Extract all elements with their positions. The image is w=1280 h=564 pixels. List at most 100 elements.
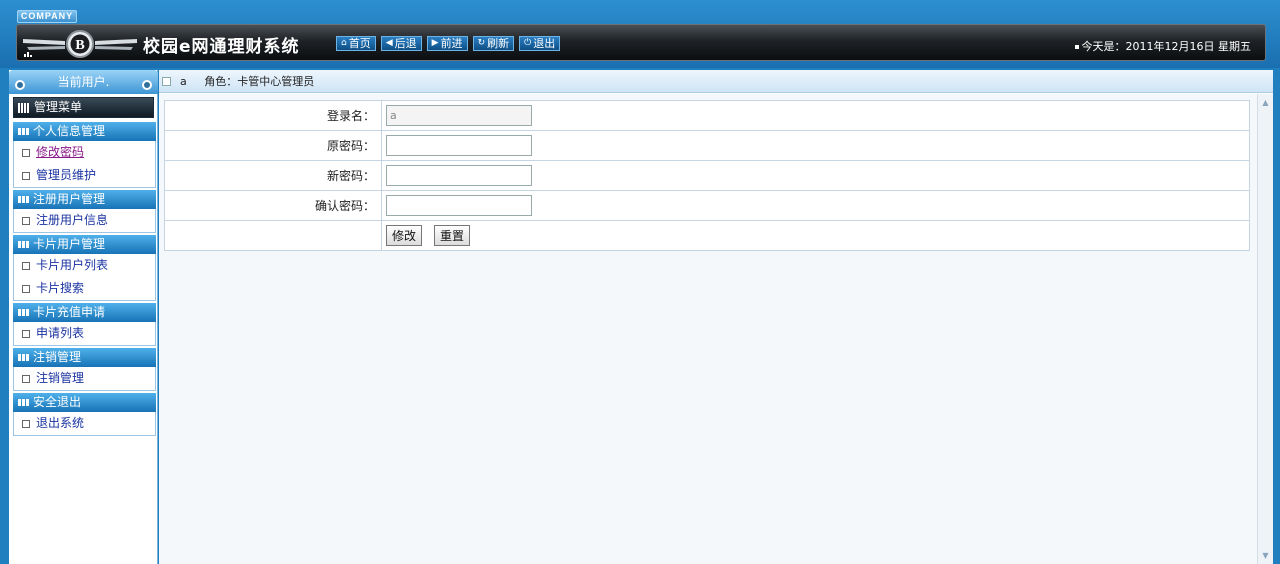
bentley-logo-icon: B [23, 30, 137, 58]
home-label: 首页 [348, 37, 371, 50]
old-password-input[interactable] [386, 135, 532, 156]
bullet-icon [1074, 45, 1079, 49]
menu-item-application-list[interactable]: 申请列表 [14, 322, 155, 345]
form-field-cell [381, 160, 1250, 191]
date-display: 今天是：2011年12月16日 星期五 [1074, 38, 1251, 54]
group-body: 卡片用户列表 卡片搜索 [13, 254, 156, 301]
menu-item-label: 注册用户信息 [36, 213, 109, 227]
document-icon [22, 420, 30, 428]
group-cancellation[interactable]: 注销管理 [13, 348, 156, 367]
submit-button[interactable]: 修改 [386, 225, 423, 246]
group-icon [18, 399, 29, 406]
form-field-cell [381, 100, 1250, 131]
menu-item-label: 申请列表 [36, 326, 85, 340]
menu-item-label: 退出系统 [36, 416, 85, 430]
group-title-label: 个人信息管理 [33, 124, 106, 138]
logout-label: 退出 [533, 37, 556, 50]
menu-item-card-search[interactable]: 卡片搜索 [14, 277, 155, 300]
svg-text:B: B [75, 38, 84, 53]
document-icon [22, 172, 30, 180]
refresh-button[interactable]: ↻ 刷新 [472, 36, 515, 51]
reset-button[interactable]: 重置 [434, 225, 471, 246]
menu-list: 个人信息管理 修改密码 管理员维护 注册用户管理 注册用户信息 卡片用户管理 卡… [13, 120, 156, 436]
old-password-label: 原密码： [164, 130, 382, 161]
form-row: 确认密码： [164, 190, 1250, 221]
change-password-form: 登录名： 原密码： 新密码： 确认密码： [164, 100, 1250, 251]
page-icon [162, 77, 171, 86]
menu-item-label: 注销管理 [36, 371, 85, 385]
group-personal-info[interactable]: 个人信息管理 [13, 122, 156, 141]
header-bar: B 校园e网通理财系统 ⌂ 首页 ◀ 后退 ▶ 前进 ↻ 刷新 ⏻ 退出 今天是… [16, 24, 1266, 61]
document-icon [22, 262, 30, 270]
new-password-label: 新密码： [164, 160, 382, 191]
main-panel: a 角色：卡管中心管理员 登录名： 原密码： 新密码： [159, 70, 1273, 564]
group-icon [18, 309, 29, 316]
date-text: 今天是：2011年12月16日 星期五 [1081, 40, 1251, 53]
group-title-label: 注册用户管理 [33, 192, 106, 206]
group-body: 退出系统 [13, 412, 156, 436]
form-field-cell [381, 130, 1250, 161]
back-label: 后退 [394, 37, 417, 50]
menu-item-change-password[interactable]: 修改密码 [14, 141, 155, 164]
menu-item-exit-system[interactable]: 退出系统 [14, 412, 155, 435]
group-icon [18, 196, 29, 203]
menu-item-label: 卡片搜索 [36, 281, 85, 295]
new-password-input[interactable] [386, 165, 532, 186]
group-body: 注销管理 [13, 367, 156, 391]
menu-item-card-user-list[interactable]: 卡片用户列表 [14, 254, 155, 277]
login-name-label: 登录名： [164, 100, 382, 131]
form-row: 修改 重置 [164, 220, 1250, 251]
company-tag: COMPANY [17, 10, 77, 23]
power-icon: ⏻ [524, 38, 532, 48]
menu-item-admin-maintenance[interactable]: 管理员维护 [14, 164, 155, 187]
ring-right-icon [142, 80, 152, 90]
logout-button[interactable]: ⏻ 退出 [519, 36, 561, 51]
grid-menu-icon [18, 103, 30, 113]
menu-item-label: 修改密码 [36, 145, 85, 159]
group-card-recharge[interactable]: 卡片充值申请 [13, 303, 156, 322]
group-body: 注册用户信息 [13, 209, 156, 233]
refresh-icon: ↻ [477, 38, 486, 48]
group-body: 申请列表 [13, 322, 156, 346]
document-icon [22, 217, 30, 225]
group-card-users[interactable]: 卡片用户管理 [13, 235, 156, 254]
group-body: 修改密码 管理员维护 [13, 141, 156, 188]
group-registered-users[interactable]: 注册用户管理 [13, 190, 156, 209]
confirm-password-input[interactable] [386, 195, 532, 216]
home-button[interactable]: ⌂ 首页 [336, 36, 376, 51]
menu-item-label: 卡片用户列表 [36, 258, 109, 272]
forward-arrow-icon: ▶ [431, 38, 439, 48]
refresh-label: 刷新 [487, 37, 510, 50]
menu-item-cancellation-management[interactable]: 注销管理 [14, 367, 155, 390]
current-username: a [180, 75, 187, 88]
document-icon [22, 330, 30, 338]
home-icon: ⌂ [341, 38, 347, 48]
scroll-down-icon[interactable]: ▼ [1260, 550, 1271, 561]
menu-item-registered-user-info[interactable]: 注册用户信息 [14, 209, 155, 232]
form-row: 新密码： [164, 160, 1250, 191]
content-area: 登录名： 原密码： 新密码： 确认密码： [159, 94, 1257, 564]
forward-button[interactable]: ▶ 前进 [426, 36, 468, 51]
sidebar: 当前用户. 管理菜单 个人信息管理 修改密码 管理员维护 注册用户管理 注册用户… [9, 70, 158, 564]
scroll-up-icon[interactable]: ▲ [1260, 97, 1271, 108]
document-icon [22, 149, 30, 157]
confirm-password-label: 确认密码： [164, 190, 382, 221]
menu-header-label: 管理菜单 [34, 100, 83, 114]
nav-toolbar: ⌂ 首页 ◀ 后退 ▶ 前进 ↻ 刷新 ⏻ 退出 [336, 36, 561, 51]
app-header: COMPANY B 校园e网通理财系统 ⌂ 首页 ◀ 后退 ▶ 前进 ↻ 刷新 … [0, 0, 1280, 68]
group-icon [18, 128, 29, 135]
system-title: 校园e网通理财系统 [143, 37, 300, 57]
vertical-scrollbar[interactable]: ▲ ▼ [1257, 94, 1273, 564]
current-user-label: 当前用户. [57, 75, 110, 89]
group-icon [18, 241, 29, 248]
forward-label: 前进 [440, 37, 463, 50]
group-safe-exit[interactable]: 安全退出 [13, 393, 156, 412]
form-row: 原密码： [164, 130, 1250, 161]
form-actions-cell: 修改 重置 [381, 220, 1250, 251]
login-name-input[interactable] [386, 105, 532, 126]
form-row: 登录名： [164, 100, 1250, 131]
document-icon [22, 375, 30, 383]
role-bar: a 角色：卡管中心管理员 [159, 70, 1273, 93]
menu-item-label: 管理员维护 [36, 168, 97, 182]
back-button[interactable]: ◀ 后退 [380, 36, 422, 51]
